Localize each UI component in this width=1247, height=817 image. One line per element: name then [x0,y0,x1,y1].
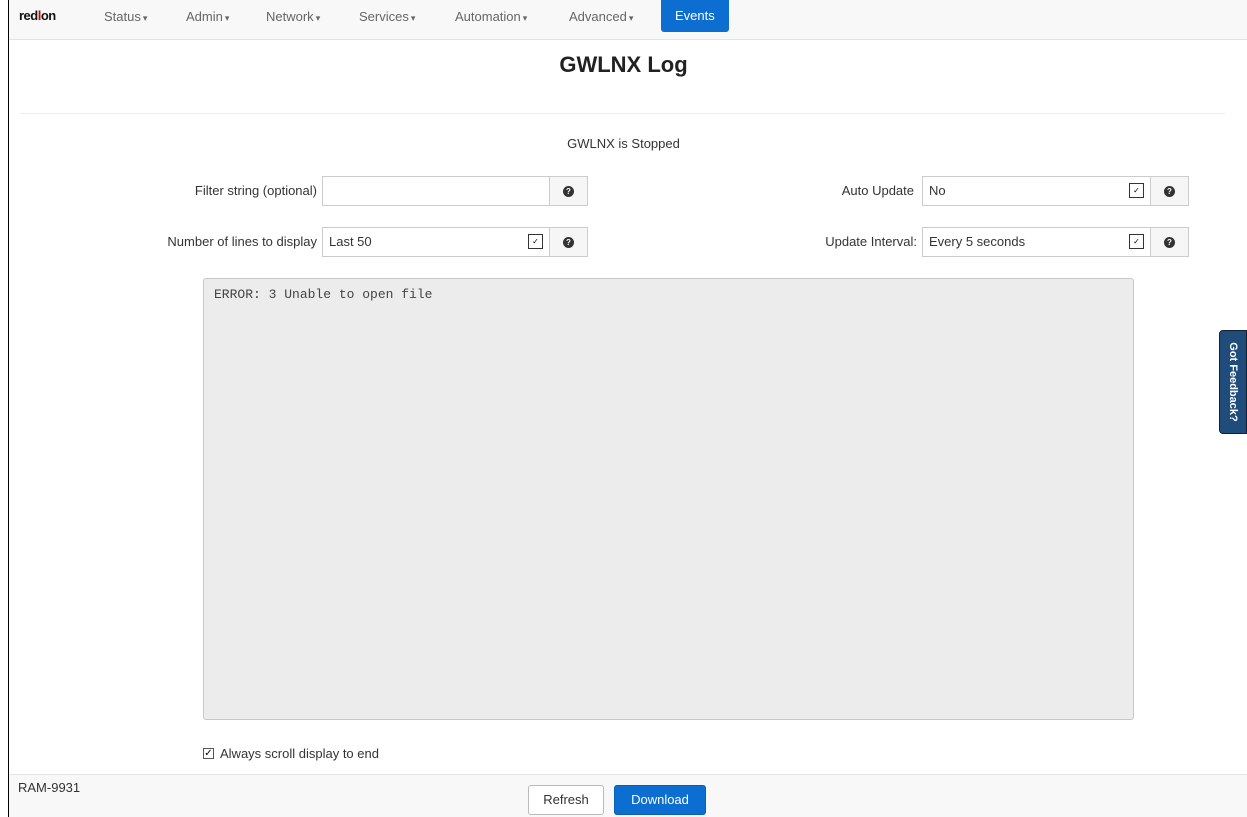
device-name: RAM-9931 [18,780,81,795]
lines-label: Number of lines to display [167,234,317,249]
interval-help-button[interactable]: ? [1151,227,1189,257]
auto-update-label: Auto Update [841,183,914,198]
chevron-down-icon: ▾ [142,13,148,23]
chevron-down-icon: ▾ [628,13,634,23]
status-text: GWLNX is Stopped [567,136,680,151]
interval-select[interactable]: Every 5 seconds ✓ [922,227,1151,257]
filter-input[interactable] [322,176,550,206]
lines-select[interactable]: Last 50 ✓ [322,227,550,257]
nav-status[interactable]: Status ▾ [104,0,147,34]
filter-help-button[interactable]: ? [550,176,588,206]
top-navbar: redlon Status ▾ Admin ▾ Network ▾ Services ▾… [9,0,1247,40]
help-icon: ? [1164,185,1175,197]
dropdown-arrow-icon: ✓ [1129,234,1144,249]
page-title: GWLNX Log [559,52,688,77]
filter-label: Filter string (optional) [194,183,317,198]
interval-label: Update Interval: [825,234,917,249]
help-icon: ? [563,236,574,248]
nav-advanced[interactable]: Advanced ▾ [569,0,633,34]
chevron-down-icon: ▾ [410,13,416,23]
auto-update-select[interactable]: No ✓ [922,176,1151,206]
feedback-tab[interactable]: Got Feedback? [1219,330,1247,434]
nav-admin[interactable]: Admin ▾ [186,0,229,34]
download-button[interactable]: Download [614,785,706,815]
chevron-down-icon: ▾ [224,13,230,23]
dropdown-arrow-icon: ✓ [528,234,543,249]
dropdown-arrow-icon: ✓ [1129,183,1144,198]
chevron-down-icon: ▾ [315,13,321,23]
nav-network[interactable]: Network ▾ [266,0,320,34]
refresh-button[interactable]: Refresh [528,785,604,815]
brand-logo[interactable]: redlon [19,8,56,23]
nav-events[interactable]: Events [661,0,729,32]
help-icon: ? [1164,236,1175,248]
footer-bar: RAM-9931 Refresh Download [9,774,1247,817]
scroll-checkbox[interactable]: ✓ [203,748,214,759]
auto-update-help-button[interactable]: ? [1151,176,1189,206]
divider [20,113,1225,114]
help-icon: ? [563,185,574,197]
nav-automation[interactable]: Automation ▾ [455,0,527,34]
nav-services[interactable]: Services ▾ [359,0,415,34]
log-display[interactable]: ERROR: 3 Unable to open file [203,278,1134,720]
chevron-down-icon: ▾ [522,13,528,23]
scroll-label: Always scroll display to end [220,746,379,761]
lines-help-button[interactable]: ? [550,227,588,257]
scroll-option[interactable]: ✓ Always scroll display to end [203,746,379,761]
